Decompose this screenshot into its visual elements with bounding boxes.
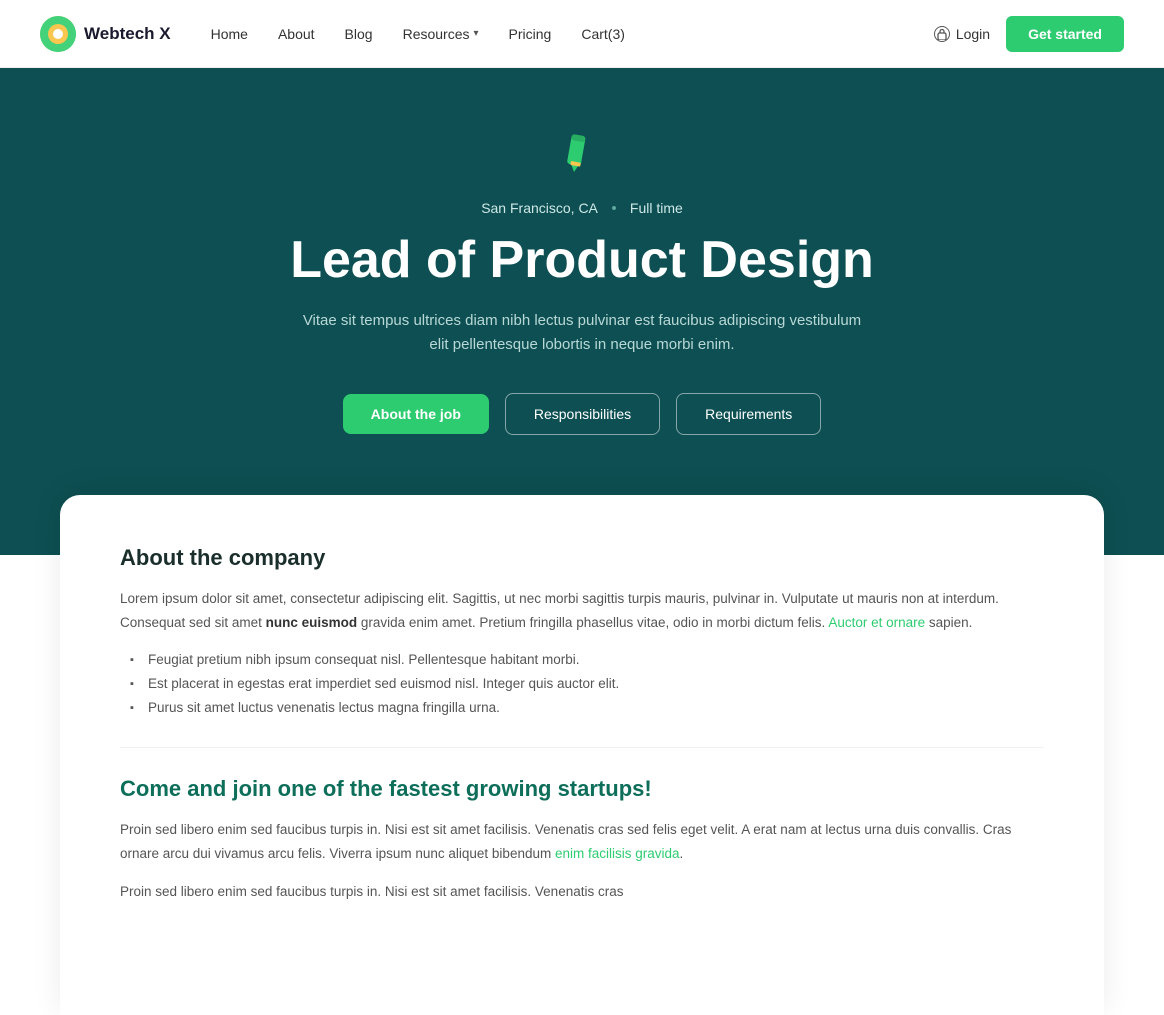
meta-separator (612, 206, 616, 210)
section-divider (120, 747, 1044, 748)
nav-resources[interactable]: Resources ▾ (403, 26, 479, 42)
logo-icon (40, 16, 76, 52)
list-item: Purus sit amet luctus venenatis lectus m… (130, 696, 1044, 720)
logo[interactable]: Webtech X (40, 16, 171, 52)
hero-job-type: Full time (630, 200, 683, 216)
nav-links: Home About Blog Resources ▾ Pricing Cart… (211, 26, 934, 42)
requirements-button[interactable]: Requirements (676, 393, 821, 435)
list-item: Est placerat in egestas erat imperdiet s… (130, 672, 1044, 696)
get-started-button[interactable]: Get started (1006, 16, 1124, 52)
startup-link[interactable]: enim facilisis gravida (555, 846, 680, 861)
pencil-icon (558, 128, 606, 176)
nav-about[interactable]: About (278, 26, 315, 42)
hero-description: Vitae sit tempus ultrices diam nibh lect… (302, 309, 862, 357)
about-job-button[interactable]: About the job (343, 394, 489, 434)
startup-paragraph-2: Proin sed libero enim sed faucibus turpi… (120, 880, 1044, 904)
login-button[interactable]: Login (934, 26, 990, 42)
navbar: Webtech X Home About Blog Resources ▾ Pr… (0, 0, 1164, 68)
nav-cart[interactable]: Cart(3) (581, 26, 625, 42)
nav-actions: Login Get started (934, 16, 1124, 52)
startup-heading: Come and join one of the fastest growing… (120, 776, 1044, 802)
nav-home[interactable]: Home (211, 26, 248, 42)
chevron-down-icon: ▾ (474, 28, 479, 39)
nav-blog[interactable]: Blog (345, 26, 373, 42)
logo-svg (40, 16, 76, 52)
hero-location: San Francisco, CA (481, 200, 598, 216)
content-card: About the company Lorem ipsum dolor sit … (60, 495, 1104, 1015)
bullet-list: Feugiat pretium nibh ipsum consequat nis… (130, 648, 1044, 719)
hero-title: Lead of Product Design (40, 232, 1124, 289)
hero-section: San Francisco, CA Full time Lead of Prod… (0, 68, 1164, 555)
hero-buttons: About the job Responsibilities Requireme… (40, 393, 1124, 435)
list-item: Feugiat pretium nibh ipsum consequat nis… (130, 648, 1044, 672)
logo-text: Webtech X (84, 24, 171, 44)
auctor-link[interactable]: Auctor et ornare (828, 615, 925, 630)
pencil-icon-container (556, 128, 608, 180)
company-bold: nunc euismod (266, 615, 358, 630)
nav-pricing[interactable]: Pricing (509, 26, 552, 42)
responsibilities-button[interactable]: Responsibilities (505, 393, 660, 435)
company-paragraph-1: Lorem ipsum dolor sit amet, consectetur … (120, 587, 1044, 634)
hero-meta: San Francisco, CA Full time (40, 200, 1124, 216)
lock-icon (934, 26, 950, 42)
company-heading: About the company (120, 545, 1044, 571)
startup-paragraph-1: Proin sed libero enim sed faucibus turpi… (120, 818, 1044, 865)
